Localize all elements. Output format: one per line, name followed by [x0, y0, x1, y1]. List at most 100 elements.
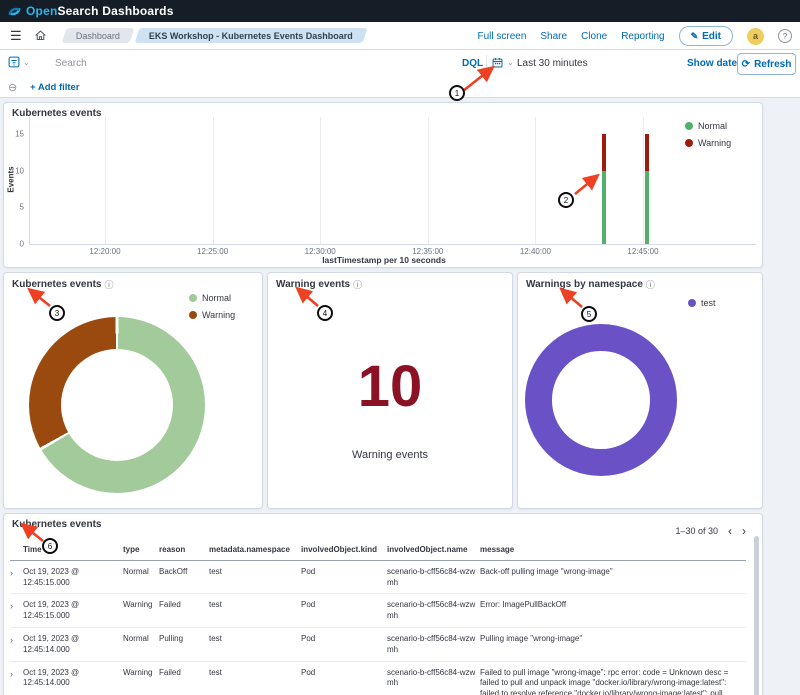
show-dates-button[interactable]: Show dates	[687, 58, 743, 69]
legend-item-warning[interactable]: Warning	[685, 138, 731, 148]
breadcrumb-dashboard[interactable]: Dashboard	[62, 28, 135, 43]
nav-actions: Full screen Share Clone Reporting ✎ Edit…	[477, 22, 792, 50]
annotation-marker-4: 4	[317, 305, 333, 321]
panel-title: Kubernetes eventsⓘ	[12, 278, 114, 291]
share-link[interactable]: Share	[540, 31, 567, 42]
cell-type: Normal	[123, 628, 159, 661]
saved-query-menu[interactable]: ⌄	[8, 56, 30, 68]
y-tick-label: 0	[20, 240, 24, 249]
home-icon[interactable]	[34, 29, 47, 47]
cell-metadata-namespace: test	[209, 662, 301, 695]
gridline	[105, 117, 106, 244]
kubernetes-events-histogram-panel: Kubernetes events Events lastTimestamp p…	[3, 102, 763, 268]
y-tick-label: 15	[15, 130, 24, 139]
x-axis-label: lastTimestamp per 10 seconds	[184, 255, 584, 265]
column-header-message[interactable]: message	[480, 541, 746, 560]
menu-icon[interactable]: ☰	[10, 29, 22, 43]
cell-reason: Pulling	[159, 628, 209, 661]
cell-time: Oct 19, 2023 @ 12:45:14.000	[23, 662, 123, 695]
column-header-type[interactable]: type	[123, 541, 159, 560]
info-icon[interactable]: ⓘ	[646, 278, 655, 291]
column-header-reason[interactable]: reason	[159, 541, 209, 560]
clone-link[interactable]: Clone	[581, 31, 607, 42]
legend-dot-icon	[685, 122, 693, 130]
column-header-involvedobject-name[interactable]: involvedObject.name	[387, 541, 480, 560]
namespace-donut-chart[interactable]	[525, 324, 677, 476]
edit-button[interactable]: ✎ Edit	[679, 26, 733, 46]
panel-title: Warnings by namespaceⓘ	[526, 278, 655, 291]
legend-label: Warning	[202, 310, 235, 320]
date-picker-button[interactable]: ⌄	[492, 57, 514, 68]
time-range-value[interactable]: Last 30 minutes	[517, 58, 588, 69]
x-tick-label: 12:20:00	[89, 247, 120, 256]
pagination-range: 1–30 of 30	[675, 526, 718, 536]
bar-warning[interactable]	[602, 134, 606, 171]
divider	[486, 55, 487, 73]
cell-type: Normal	[123, 561, 159, 594]
column-header-metadata-namespace[interactable]: metadata.namespace	[209, 541, 301, 560]
legend-item-normal[interactable]: Normal	[685, 121, 731, 131]
table-row: ›Oct 19, 2023 @ 12:45:15.000NormalBackOf…	[10, 561, 746, 595]
opensearch-logo[interactable]: OpenSearch Dashboards	[8, 4, 174, 18]
search-input[interactable]: Search	[55, 58, 87, 69]
filter-pin-icon[interactable]: ⊖	[8, 81, 17, 94]
cell-involvedobject-name: scenario-b-cff56c84-wzwmh	[387, 561, 480, 594]
calendar-icon	[492, 57, 503, 68]
table-scrollbar[interactable]	[754, 536, 759, 695]
x-tick-label: 12:35:00	[412, 247, 443, 256]
y-tick-label: 5	[20, 203, 24, 212]
bar-normal[interactable]	[645, 171, 649, 244]
opensearch-dashboards-screen: OpenSearch Dashboards ☰ Dashboard EKS Wo…	[0, 0, 800, 695]
panel-title: Kubernetes events	[12, 108, 101, 119]
full-screen-link[interactable]: Full screen	[477, 31, 526, 42]
cell-involvedobject-kind: Pod	[301, 561, 387, 594]
donut-legend: Normal Warning	[189, 293, 235, 320]
expand-row-icon[interactable]: ›	[10, 628, 23, 661]
legend-item-warning[interactable]: Warning	[189, 310, 235, 320]
bar-normal[interactable]	[602, 171, 606, 244]
query-language-button[interactable]: DQL	[462, 58, 483, 69]
breadcrumb-current-dashboard[interactable]: EKS Workshop - Kubernetes Events Dashboa…	[135, 28, 368, 43]
cell-metadata-namespace: test	[209, 594, 301, 627]
cell-involvedobject-name: scenario-b-cff56c84-wzwmh	[387, 594, 480, 627]
y-axis-line	[29, 117, 30, 244]
pencil-icon: ✎	[691, 31, 699, 42]
cell-time: Oct 19, 2023 @ 12:45:15.000	[23, 561, 123, 594]
chevron-down-icon: ⌄	[23, 58, 30, 67]
panel-title: Warning eventsⓘ	[276, 278, 362, 291]
avatar[interactable]: a	[747, 28, 764, 45]
help-icon[interactable]: ?	[778, 29, 792, 43]
warnings-by-namespace-panel: Warnings by namespaceⓘ test	[517, 272, 763, 509]
column-header-time[interactable]: Time ▾	[23, 541, 123, 560]
next-page-icon[interactable]: ›	[742, 526, 746, 536]
filter-bar: ⊖ + Add filter	[0, 78, 800, 98]
column-header-involvedobject-kind[interactable]: involvedObject.kind	[301, 541, 387, 560]
expand-row-icon[interactable]: ›	[10, 561, 23, 594]
info-icon[interactable]: ⓘ	[353, 278, 362, 291]
annotation-marker-3: 3	[49, 305, 65, 321]
legend-item-normal[interactable]: Normal	[189, 293, 235, 303]
expand-row-icon[interactable]: ›	[10, 594, 23, 627]
cell-message: Failed to pull image "wrong-image": rpc …	[480, 662, 746, 695]
cell-reason: BackOff	[159, 561, 209, 594]
expand-row-icon[interactable]: ›	[10, 662, 23, 695]
cell-involvedobject-kind: Pod	[301, 628, 387, 661]
bar-warning[interactable]	[645, 134, 649, 171]
add-filter-button[interactable]: + Add filter	[30, 82, 80, 93]
gridline	[428, 117, 429, 244]
previous-page-icon[interactable]: ‹	[728, 526, 732, 536]
legend-label: Normal	[202, 293, 231, 303]
reporting-link[interactable]: Reporting	[621, 31, 664, 42]
chevron-down-icon: ⌄	[507, 58, 514, 67]
events-type-donut-chart[interactable]	[29, 317, 205, 493]
info-icon[interactable]: ⓘ	[104, 278, 113, 291]
table-row: ›Oct 19, 2023 @ 12:45:14.000WarningFaile…	[10, 662, 746, 695]
refresh-button[interactable]: ⟳ Refresh	[737, 53, 796, 75]
gridline	[535, 117, 536, 244]
cell-message: Error: ImagePullBackOff	[480, 594, 746, 627]
annotation-marker-2: 2	[558, 192, 574, 208]
legend-dot-icon	[688, 299, 696, 307]
warning-events-metric-panel: Warning eventsⓘ 10 Warning events	[267, 272, 513, 509]
cell-reason: Failed	[159, 594, 209, 627]
legend-item-test[interactable]: test	[688, 298, 716, 308]
